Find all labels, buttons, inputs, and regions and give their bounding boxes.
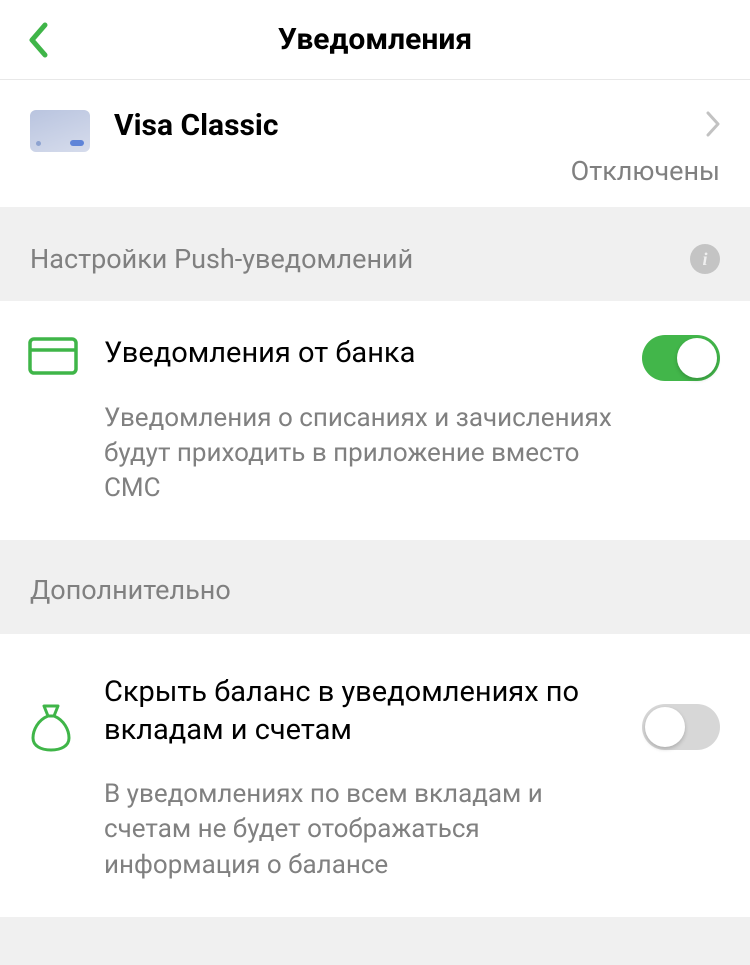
moneybag-icon xyxy=(28,702,80,756)
setting-hide-title: Скрыть баланс в уведомлениях по вкладам … xyxy=(104,674,624,749)
chevron-right-icon xyxy=(706,111,720,141)
setting-hide-balance: Скрыть баланс в уведомлениях по вкладам … xyxy=(0,634,750,917)
setting-hide-desc: В уведомлениях по всем вкладам и счетам … xyxy=(104,777,624,882)
back-button[interactable] xyxy=(18,20,58,60)
toggle-knob xyxy=(645,707,685,747)
setting-bank-desc: Уведомления о списаниях и зачислениях бу… xyxy=(104,401,624,506)
card-outline-icon xyxy=(28,337,80,379)
section-extra-title: Дополнительно xyxy=(30,574,720,606)
chevron-left-icon xyxy=(27,22,49,58)
toggle-knob xyxy=(677,338,717,378)
setting-bank-title: Уведомления от банка xyxy=(104,335,624,373)
card-icon xyxy=(30,110,90,152)
toggle-hide-balance[interactable] xyxy=(642,704,720,750)
page-title: Уведомления xyxy=(0,22,750,57)
section-extra-header: Дополнительно xyxy=(0,540,750,634)
section-push-title: Настройки Push-уведомлений xyxy=(30,243,690,275)
info-icon[interactable]: i xyxy=(690,244,720,274)
card-visa-classic[interactable]: Visa Classic Отключены xyxy=(0,80,750,207)
card-status: Отключены xyxy=(114,155,720,187)
setting-bank-notifications: Уведомления от банка Уведомления о списа… xyxy=(0,301,750,540)
toggle-bank-notifications[interactable] xyxy=(642,335,720,381)
header-bar: Уведомления xyxy=(0,0,750,80)
section-push-header: Настройки Push-уведомлений i xyxy=(0,207,750,301)
card-name: Visa Classic xyxy=(114,108,696,143)
